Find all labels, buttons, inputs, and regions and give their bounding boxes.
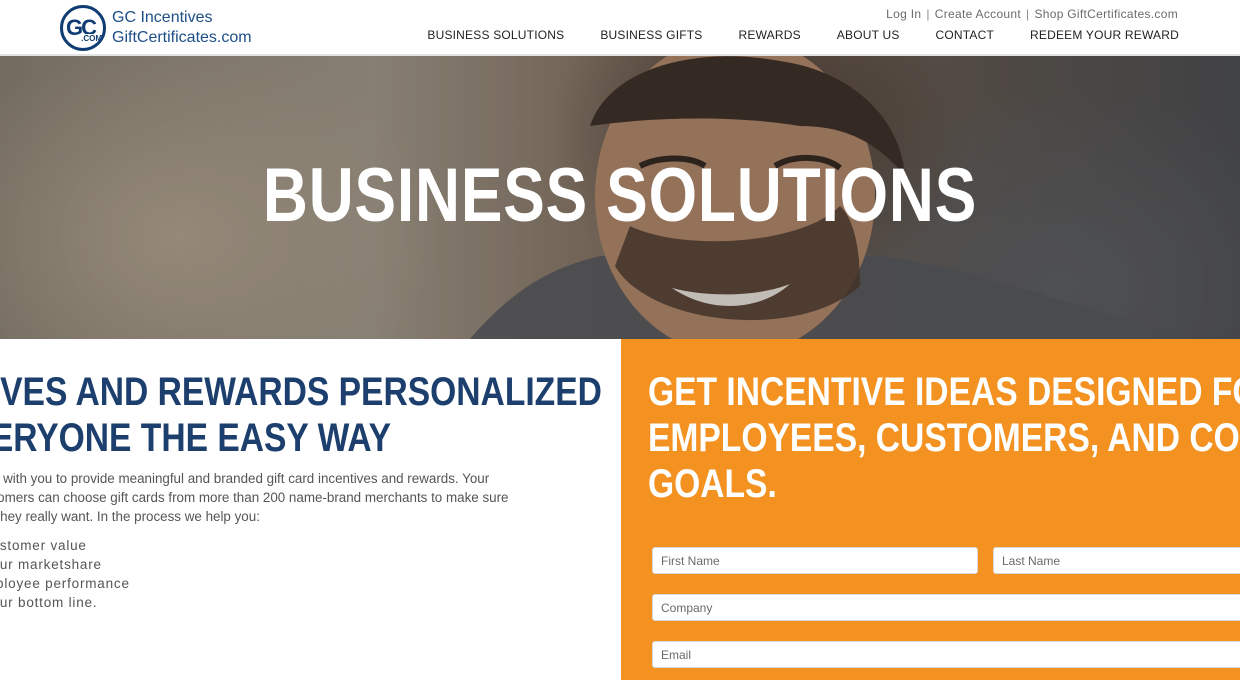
login-link[interactable]: Log In xyxy=(886,7,921,21)
list-item: customer value xyxy=(0,538,87,553)
page-title: BUSINESS SOLUTIONS xyxy=(262,153,978,238)
intro-paragraph-line-1: s works with you to provide meaningful a… xyxy=(0,471,490,486)
logo-line-1: GC Incentives xyxy=(112,9,213,26)
company-field[interactable] xyxy=(652,594,1240,621)
benefits-list: customer value your marketshare mployee … xyxy=(0,536,130,612)
intro-heading: NTIVES AND REWARDS PERSONALIZED EVERYONE… xyxy=(0,369,602,461)
hero-banner: BUSINESS SOLUTIONS xyxy=(0,56,1240,339)
nav-item-about-us[interactable]: ABOUT US xyxy=(837,28,900,42)
list-item: mployee performance xyxy=(0,576,130,591)
create-account-link[interactable]: Create Account xyxy=(935,7,1021,21)
main-nav: BUSINESS SOLUTIONS BUSINESS GIFTS REWARD… xyxy=(391,28,1179,42)
logo-line-2: GiftCertificates.com xyxy=(112,29,252,46)
site-header: GC .COM GC Incentives GiftCertificates.c… xyxy=(0,0,1240,56)
nav-item-contact[interactable]: CONTACT xyxy=(936,28,995,42)
logo-wordmark: GC Incentives GiftCertificates.com xyxy=(112,8,252,48)
nav-item-business-solutions[interactable]: BUSINESS SOLUTIONS xyxy=(427,28,564,42)
link-separator: | xyxy=(1026,7,1030,21)
last-name-field[interactable] xyxy=(993,547,1240,574)
utility-links: Log In | Create Account | Shop GiftCertifica… xyxy=(886,7,1178,21)
list-item: your bottom line. xyxy=(0,595,98,610)
intro-paragraph-line-2: nd customers can choose gift cards from … xyxy=(0,490,509,505)
form-heading: GET INCENTIVE IDEAS DESIGNED FOR YO EMPL… xyxy=(648,369,1240,507)
nav-item-redeem-reward[interactable]: REDEEM YOUR REWARD xyxy=(1030,28,1179,42)
list-item: your marketshare xyxy=(0,557,102,572)
first-name-field[interactable] xyxy=(652,547,978,574)
logo-mark-suffix: .COM xyxy=(81,34,102,43)
intro-section: NTIVES AND REWARDS PERSONALIZED EVERYONE… xyxy=(0,339,621,680)
site-logo[interactable]: GC .COM GC Incentives GiftCertificates.c… xyxy=(60,5,252,51)
incentive-form-panel: GET INCENTIVE IDEAS DESIGNED FOR YO EMPL… xyxy=(621,339,1240,680)
nav-item-rewards[interactable]: REWARDS xyxy=(739,28,801,42)
form-heading-line-1: GET INCENTIVE IDEAS DESIGNED FOR YO xyxy=(648,370,1240,414)
intro-paragraph-line-3: s what they really want. In the process … xyxy=(0,509,260,524)
nav-item-business-gifts[interactable]: BUSINESS GIFTS xyxy=(600,28,702,42)
intro-heading-line-1: NTIVES AND REWARDS PERSONALIZED xyxy=(0,370,602,414)
intro-heading-line-2: EVERYONE THE EASY WAY xyxy=(0,416,392,460)
form-heading-line-3: GOALS. xyxy=(648,462,777,506)
email-field[interactable] xyxy=(652,641,1240,668)
intro-paragraph: s works with you to provide meaningful a… xyxy=(0,469,574,526)
gc-logo-icon: GC .COM xyxy=(60,5,106,51)
form-heading-line-2: EMPLOYEES, CUSTOMERS, AND CORPOR xyxy=(648,416,1240,460)
link-separator: | xyxy=(926,7,930,21)
shop-link[interactable]: Shop GiftCertificates.com xyxy=(1034,7,1178,21)
